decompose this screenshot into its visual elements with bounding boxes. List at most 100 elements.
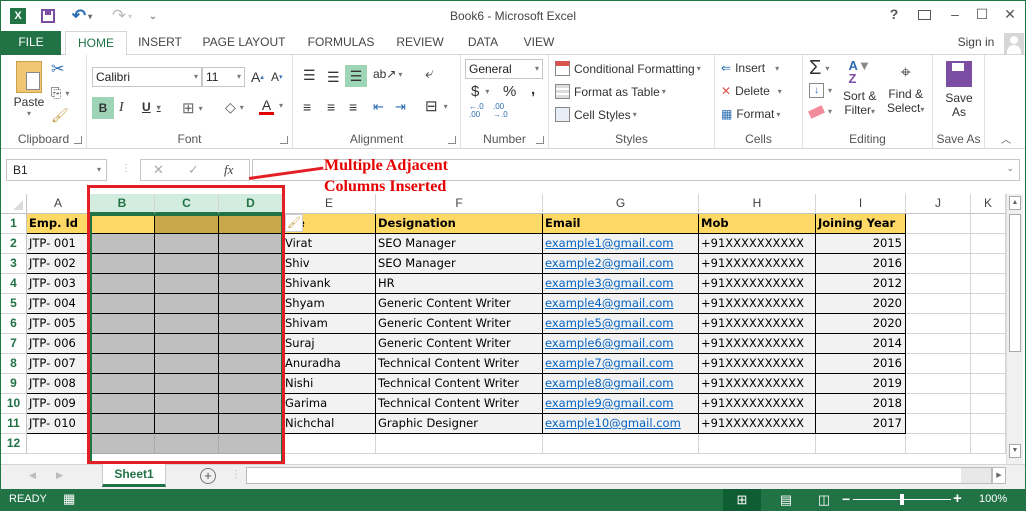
tab-home[interactable]: HOME (65, 31, 127, 56)
underline-button[interactable]: U ▾ (142, 100, 161, 114)
cell-email[interactable]: example5@gmail.com (543, 314, 699, 334)
empty-cell[interactable] (971, 314, 1006, 334)
inserted-cell[interactable] (90, 254, 155, 274)
email-link[interactable]: example9@gmail.com (545, 396, 673, 410)
help-button[interactable]: ? (883, 6, 905, 26)
empty-cell[interactable] (219, 434, 283, 454)
save-as-button[interactable]: Save As (941, 61, 977, 119)
empty-cell[interactable] (971, 274, 1006, 294)
normal-view-button[interactable]: ⊞ (723, 489, 761, 511)
inserted-cell[interactable] (155, 414, 219, 434)
merge-center-button[interactable]: ⊟ ▾ (425, 97, 448, 115)
header-cell-joining-year[interactable]: Joining Year (816, 214, 906, 234)
inserted-cell[interactable] (155, 354, 219, 374)
inserted-cell[interactable] (219, 294, 283, 314)
row-header-8[interactable]: 8 (1, 354, 27, 374)
cell-email[interactable]: example6@gmail.com (543, 334, 699, 354)
inserted-cell[interactable] (219, 234, 283, 254)
inserted-cell[interactable] (155, 254, 219, 274)
row-header-12[interactable]: 12 (1, 434, 27, 454)
tab-review[interactable]: REVIEW (391, 31, 449, 55)
cell-c1[interactable] (155, 214, 219, 234)
cell-emp-id[interactable]: JTP- 003 (27, 274, 90, 294)
row-header-11[interactable]: 11 (1, 414, 27, 434)
user-avatar-icon[interactable] (1004, 33, 1024, 54)
cell-designation[interactable]: Graphic Designer (376, 414, 543, 434)
cell-mob[interactable]: +91XXXXXXXXXX (699, 354, 816, 374)
row-header-6[interactable]: 6 (1, 314, 27, 334)
increase-decimal-button[interactable]: ←.0 .00 (469, 103, 489, 119)
find-select-button[interactable]: ⌖ Find & Select▾ (887, 59, 924, 115)
font-size-select[interactable]: 11 ▾ (202, 67, 245, 87)
row-header-5[interactable]: 5 (1, 294, 27, 314)
row-header-3[interactable]: 3 (1, 254, 27, 274)
cell-joining-year[interactable]: 2019 (816, 374, 906, 394)
cell-mob[interactable]: +91XXXXXXXXXX (699, 234, 816, 254)
header-cell-email[interactable]: Email (543, 214, 699, 234)
cell-designation[interactable]: Technical Content Writer (376, 374, 543, 394)
cell-mob[interactable]: +91XXXXXXXXXX (699, 374, 816, 394)
cell-name[interactable]: Nichchal (283, 414, 376, 434)
cell-joining-year[interactable]: 2020 (816, 294, 906, 314)
inserted-cell[interactable] (90, 274, 155, 294)
empty-cell[interactable] (906, 214, 971, 234)
empty-cell[interactable] (906, 374, 971, 394)
font-color-button[interactable]: A (259, 98, 274, 115)
inserted-cell[interactable] (219, 254, 283, 274)
email-link[interactable]: example7@gmail.com (545, 356, 673, 370)
zoom-out-button[interactable]: − (842, 491, 850, 507)
email-link[interactable]: example10@gmail.com (545, 416, 681, 430)
cell-joining-year[interactable]: 2012 (816, 274, 906, 294)
align-right-button[interactable]: ≡ (349, 99, 357, 115)
row-header-10[interactable]: 10 (1, 394, 27, 414)
email-link[interactable]: example3@gmail.com (545, 276, 673, 290)
inserted-cell[interactable] (219, 414, 283, 434)
tab-file[interactable]: FILE (1, 31, 61, 55)
paste-button[interactable]: Paste ▾ (11, 61, 47, 118)
cell-mob[interactable]: +91XXXXXXXXXX (699, 394, 816, 414)
empty-cell[interactable] (906, 394, 971, 414)
header-cell-mob[interactable]: Mob (699, 214, 816, 234)
column-header-k[interactable]: K (971, 194, 1006, 214)
bottom-align-button[interactable]: ☰ (345, 65, 367, 87)
inserted-cell[interactable] (90, 414, 155, 434)
insert-function-button[interactable]: fx (224, 162, 233, 178)
cell-email[interactable]: example4@gmail.com (543, 294, 699, 314)
cell-name[interactable]: Nishi (283, 374, 376, 394)
empty-cell[interactable] (971, 394, 1006, 414)
cell-name[interactable]: Shyam (283, 294, 376, 314)
cell-mob[interactable]: +91XXXXXXXXXX (699, 294, 816, 314)
empty-cell[interactable] (906, 414, 971, 434)
bold-button[interactable]: B (92, 97, 114, 119)
italic-button[interactable]: I (119, 100, 124, 116)
email-link[interactable]: example5@gmail.com (545, 316, 673, 330)
copy-button[interactable]: ⎘ ▾ (51, 85, 69, 101)
cut-button[interactable]: ✂ (51, 59, 64, 79)
inserted-cell[interactable] (155, 234, 219, 254)
name-box[interactable]: B1 ▾ (6, 159, 107, 181)
horizontal-scrollbar[interactable] (246, 467, 992, 484)
empty-cell[interactable] (971, 234, 1006, 254)
align-left-button[interactable]: ≡ (303, 99, 311, 115)
row-header-9[interactable]: 9 (1, 374, 27, 394)
cell-email[interactable]: example10@gmail.com (543, 414, 699, 434)
cell-joining-year[interactable]: 2016 (816, 354, 906, 374)
minimize-button[interactable]: – (944, 6, 966, 26)
maximize-button[interactable]: ☐ (971, 6, 993, 26)
cancel-entry-button[interactable]: ✕ (153, 162, 164, 178)
clipboard-launcher[interactable] (74, 136, 82, 144)
empty-cell[interactable] (283, 434, 376, 454)
inserted-cell[interactable] (219, 354, 283, 374)
inserted-cell[interactable] (155, 374, 219, 394)
column-header-i[interactable]: I (816, 194, 906, 214)
clear-button[interactable]: ▾ (808, 104, 832, 119)
tab-formulas[interactable]: FORMULAS (301, 31, 381, 55)
zoom-in-button[interactable]: + (953, 490, 962, 507)
inserted-cell[interactable] (155, 294, 219, 314)
inserted-cell[interactable] (90, 234, 155, 254)
cell-name[interactable]: Shiv (283, 254, 376, 274)
ribbon-display-options-button[interactable] (913, 6, 935, 26)
cell-designation[interactable]: Technical Content Writer (376, 354, 543, 374)
cell-emp-id[interactable]: JTP- 007 (27, 354, 90, 374)
row-header-4[interactable]: 4 (1, 274, 27, 294)
